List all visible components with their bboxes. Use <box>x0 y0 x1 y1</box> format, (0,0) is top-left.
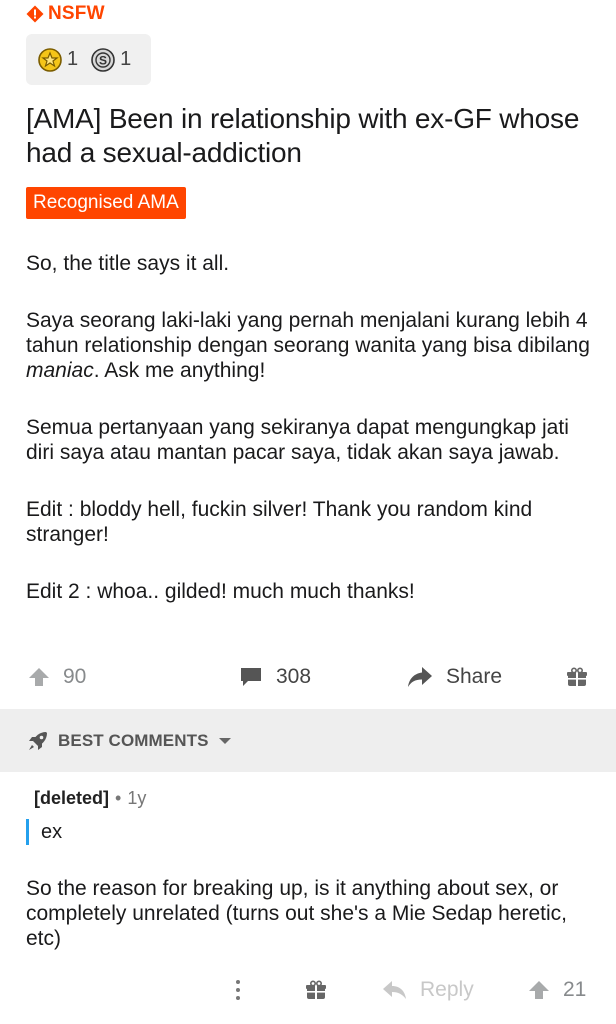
share-label: Share <box>446 665 503 688</box>
comment-bubble-icon <box>238 664 264 690</box>
comments-sort-bar[interactable]: BEST COMMENTS <box>0 709 616 772</box>
comment-award-button[interactable] <box>305 970 327 1010</box>
comment-actions: Reply 21 <box>0 970 616 1010</box>
upvote-arrow-icon <box>527 978 551 1002</box>
gift-icon <box>305 979 327 1001</box>
comment-reply-button[interactable]: Reply <box>382 970 474 1010</box>
comment-body: So the reason for breaking up, is it any… <box>26 877 567 950</box>
post-flair[interactable]: Recognised AMA <box>26 187 186 219</box>
post-vote-count: 90 <box>63 665 87 688</box>
comment-quote: ex <box>26 819 62 845</box>
post-body-italic: maniac <box>26 359 94 382</box>
post-comment-count: 308 <box>276 665 312 688</box>
comments-button[interactable]: 308 <box>238 656 311 698</box>
post-body-paragraph: So, the title says it all. <box>26 252 230 275</box>
awards-bar[interactable]: 1 S 1 <box>26 34 151 85</box>
comment-upvote-button[interactable]: 21 <box>527 970 586 1010</box>
comment-header: [deleted] • 1y <box>34 788 146 809</box>
reply-label: Reply <box>420 978 474 1001</box>
comments-sort-label: BEST COMMENTS <box>58 730 209 750</box>
post-body: So, the title says it all. Saya seorang … <box>26 251 596 636</box>
post-body-paragraph: Saya seorang laki-laki yang pernah menja… <box>26 308 596 383</box>
nsfw-tag: NSFW <box>26 3 105 25</box>
gold-award-count: 1 <box>67 48 79 70</box>
silver-award-icon: S <box>90 47 116 73</box>
comment-more-button[interactable] <box>230 970 246 1010</box>
upvote-arrow-icon <box>27 665 51 689</box>
post-body-paragraph: Edit : bloddy hell, fuckin silver! Thank… <box>26 498 533 546</box>
give-award-button[interactable] <box>566 656 588 698</box>
caret-down-icon <box>218 736 232 746</box>
post-body-paragraph: Semua pertanyaan yang sekiranya dapat me… <box>26 416 569 464</box>
gold-award-icon <box>37 47 63 73</box>
gift-icon <box>566 666 588 688</box>
comment-author[interactable]: [deleted] <box>34 788 109 809</box>
post-actions: 90 308 Share <box>0 656 616 698</box>
post-body-text: Saya seorang laki-laki yang pernah menja… <box>26 309 590 357</box>
silver-award-count: 1 <box>120 48 132 70</box>
post-body-text: . Ask me anything! <box>93 359 266 382</box>
nsfw-warning-icon <box>26 5 44 23</box>
svg-text:S: S <box>99 53 107 67</box>
share-button[interactable]: Share <box>406 656 502 698</box>
rocket-icon <box>26 729 50 753</box>
more-vertical-icon <box>230 977 246 1003</box>
comment-separator: • <box>115 788 122 808</box>
comment-vote-count: 21 <box>563 978 587 1001</box>
share-arrow-icon <box>406 664 434 690</box>
post-body-paragraph: Edit 2 : whoa.. gilded! much much thanks… <box>26 580 415 603</box>
reply-arrow-icon <box>382 978 408 1002</box>
comment-age: 1y <box>127 788 147 808</box>
upvote-button[interactable]: 90 <box>27 656 86 698</box>
nsfw-label: NSFW <box>48 3 105 24</box>
post-title[interactable]: [AMA] Been in relationship with ex-GF wh… <box>26 102 586 170</box>
